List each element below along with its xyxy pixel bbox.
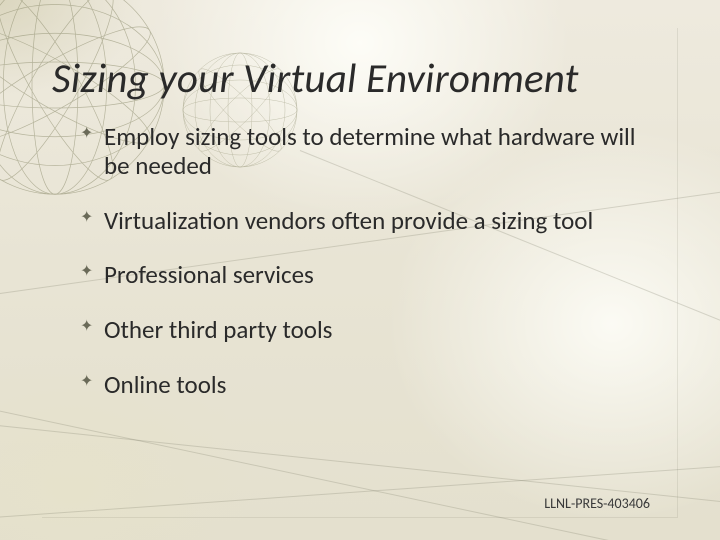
bullet-item: Online tools	[80, 371, 657, 400]
bullet-list: Employ sizing tools to determine what ha…	[80, 123, 657, 400]
slide: Sizing your Virtual Environment Employ s…	[0, 0, 720, 540]
bullet-item: Employ sizing tools to determine what ha…	[80, 123, 657, 181]
bullet-item: Virtualization vendors often provide a s…	[80, 207, 657, 236]
footer-document-id: LLNL-PRES-403406	[544, 495, 650, 512]
content-panel: Sizing your Virtual Environment Employ s…	[42, 28, 678, 518]
slide-title: Sizing your Virtual Environment	[52, 58, 657, 101]
bullet-item: Other third party tools	[80, 316, 657, 345]
bullet-item: Professional services	[80, 261, 657, 290]
